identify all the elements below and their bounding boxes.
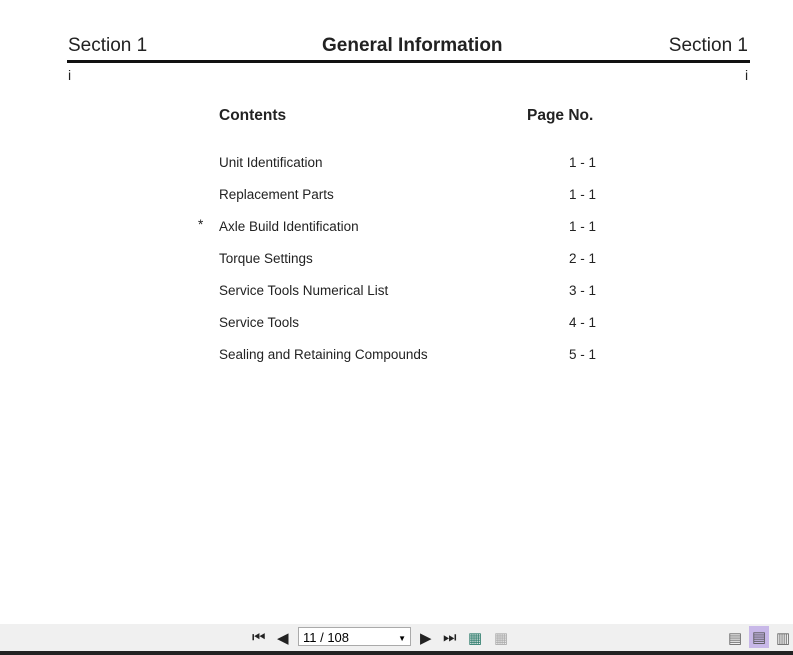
contents-item[interactable]: Axle Build Identification — [219, 219, 359, 234]
previous-page-button[interactable]: ◀ — [277, 629, 289, 647]
next-page-button[interactable]: ▶ — [420, 629, 432, 647]
page-select[interactable]: 11 / 108 ▼ — [298, 627, 411, 646]
chevron-down-icon: ▼ — [398, 634, 406, 643]
contents-item-page: 1 - 1 — [568, 187, 596, 202]
header-section-right: Section 1 — [668, 35, 748, 56]
contents-item[interactable]: Service Tools Numerical List — [219, 283, 388, 298]
contents-item[interactable]: Service Tools — [219, 315, 299, 330]
contents-item-page: 5 - 1 — [568, 347, 596, 362]
last-page-button[interactable]: ⏭ — [443, 629, 457, 646]
header-rule — [67, 60, 750, 63]
contents-item[interactable]: Replacement Parts — [219, 187, 334, 202]
bottom-border — [0, 651, 793, 655]
header-section-left: Section 1 — [68, 35, 148, 56]
contents-item-page: 1 - 1 — [568, 155, 596, 170]
revision-marker: * — [198, 217, 204, 232]
contents-item-page: 4 - 1 — [568, 315, 596, 330]
contents-item[interactable]: Sealing and Retaining Compounds — [219, 347, 428, 362]
page-number-left: i — [68, 67, 72, 83]
contents-item-page: 3 - 1 — [568, 283, 596, 298]
first-page-button[interactable]: ⏮ — [252, 629, 266, 646]
page-select-value: 11 / 108 — [303, 630, 350, 645]
continuous-view-icon[interactable]: ▤ — [749, 626, 770, 648]
contents-heading: Contents — [219, 107, 287, 124]
export-icon[interactable]: ▦ — [468, 629, 482, 647]
contents-item[interactable]: Unit Identification — [219, 155, 323, 170]
pdf-toolbar: ⏮ ◀ 11 / 108 ▼ ▶ ⏭ ▦ ▦ ▤ ▤ ▥ — [0, 624, 793, 651]
page-title: General Information — [322, 35, 503, 56]
contents-item[interactable]: Torque Settings — [219, 251, 313, 266]
import-icon[interactable]: ▦ — [494, 629, 508, 647]
page-number-right: i — [745, 67, 749, 83]
contents-item-page: 1 - 1 — [568, 219, 596, 234]
two-page-view-icon[interactable]: ▥ — [776, 629, 790, 647]
single-page-view-icon[interactable]: ▤ — [728, 629, 742, 647]
contents-item-page: 2 - 1 — [568, 251, 596, 266]
page-no-heading: Page No. — [527, 107, 594, 124]
